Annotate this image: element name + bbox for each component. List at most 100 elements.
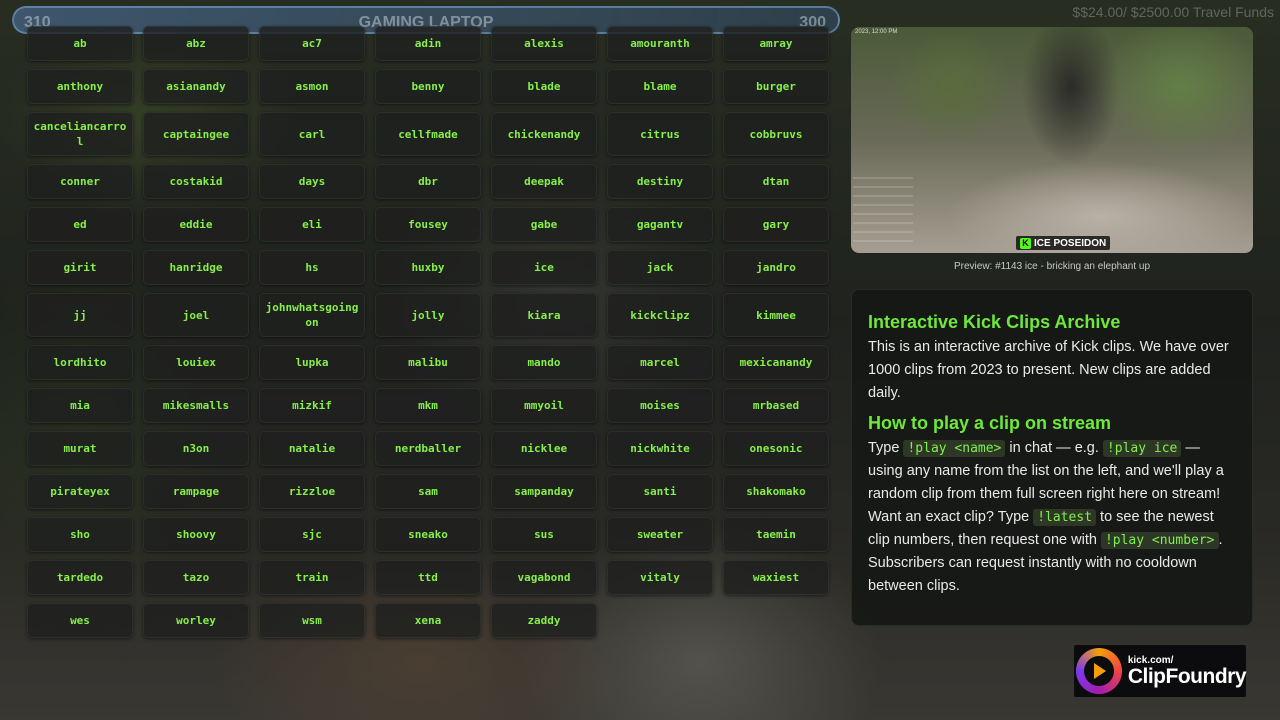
name-button-ice[interactable]: ice xyxy=(491,250,597,285)
name-button-shoovy[interactable]: shoovy xyxy=(143,517,249,552)
name-button-jolly[interactable]: jolly xyxy=(375,293,481,337)
name-button-costakid[interactable]: costakid xyxy=(143,164,249,199)
name-button-anthony[interactable]: anthony xyxy=(27,69,133,104)
name-button-benny[interactable]: benny xyxy=(375,69,481,104)
name-button-eddie[interactable]: eddie xyxy=(143,207,249,242)
name-button-mando[interactable]: mando xyxy=(491,345,597,380)
name-button-murat[interactable]: murat xyxy=(27,431,133,466)
name-button-eli[interactable]: eli xyxy=(259,207,365,242)
name-button-burger[interactable]: burger xyxy=(723,69,829,104)
name-button-carl[interactable]: carl xyxy=(259,112,365,156)
name-button-mia[interactable]: mia xyxy=(27,388,133,423)
name-button-girit[interactable]: girit xyxy=(27,250,133,285)
name-button-citrus[interactable]: citrus xyxy=(607,112,713,156)
name-button-dtan[interactable]: dtan xyxy=(723,164,829,199)
name-button-kiara[interactable]: kiara xyxy=(491,293,597,337)
name-button-fousey[interactable]: fousey xyxy=(375,207,481,242)
name-button-vitaly[interactable]: vitaly xyxy=(607,560,713,595)
name-button-abz[interactable]: abz xyxy=(143,26,249,61)
name-button-rizzloe[interactable]: rizzloe xyxy=(259,474,365,509)
name-button-mizkif[interactable]: mizkif xyxy=(259,388,365,423)
name-button-onesonic[interactable]: onesonic xyxy=(723,431,829,466)
name-button-asmon[interactable]: asmon xyxy=(259,69,365,104)
name-button-cellfmade[interactable]: cellfmade xyxy=(375,112,481,156)
name-button-dbr[interactable]: dbr xyxy=(375,164,481,199)
name-button-gagantv[interactable]: gagantv xyxy=(607,207,713,242)
name-button-malibu[interactable]: malibu xyxy=(375,345,481,380)
name-button-marcel[interactable]: marcel xyxy=(607,345,713,380)
name-button-sampanday[interactable]: sampanday xyxy=(491,474,597,509)
name-button-ttd[interactable]: ttd xyxy=(375,560,481,595)
name-button-moises[interactable]: moises xyxy=(607,388,713,423)
name-button-chickenandy[interactable]: chickenandy xyxy=(491,112,597,156)
name-button-amouranth[interactable]: amouranth xyxy=(607,26,713,61)
clipfoundry-logo: kick.com/ ClipFoundry xyxy=(1074,645,1247,697)
name-button-joel[interactable]: joel xyxy=(143,293,249,337)
name-button-jj[interactable]: jj xyxy=(27,293,133,337)
name-button-tardedo[interactable]: tardedo xyxy=(27,560,133,595)
name-button-rampage[interactable]: rampage xyxy=(143,474,249,509)
name-button-hanridge[interactable]: hanridge xyxy=(143,250,249,285)
name-button-gabe[interactable]: gabe xyxy=(491,207,597,242)
name-button-sam[interactable]: sam xyxy=(375,474,481,509)
name-button-mexicanandy[interactable]: mexicanandy xyxy=(723,345,829,380)
name-button-mkm[interactable]: mkm xyxy=(375,388,481,423)
name-button-waxiest[interactable]: waxiest xyxy=(723,560,829,595)
name-button-santi[interactable]: santi xyxy=(607,474,713,509)
name-button-deepak[interactable]: deepak xyxy=(491,164,597,199)
name-button-hs[interactable]: hs xyxy=(259,250,365,285)
name-button-sho[interactable]: sho xyxy=(27,517,133,552)
name-button-sweater[interactable]: sweater xyxy=(607,517,713,552)
name-button-xena[interactable]: xena xyxy=(375,603,481,638)
name-button-ab[interactable]: ab xyxy=(27,26,133,61)
name-button-johnwhatsgoingon[interactable]: johnwhatsgoingon xyxy=(259,293,365,337)
name-button-sneako[interactable]: sneako xyxy=(375,517,481,552)
name-button-nicklee[interactable]: nicklee xyxy=(491,431,597,466)
name-button-asianandy[interactable]: asianandy xyxy=(143,69,249,104)
name-button-lordhito[interactable]: lordhito xyxy=(27,345,133,380)
name-button-taemin[interactable]: taemin xyxy=(723,517,829,552)
name-button-conner[interactable]: conner xyxy=(27,164,133,199)
name-button-jack[interactable]: jack xyxy=(607,250,713,285)
name-button-n3on[interactable]: n3on xyxy=(143,431,249,466)
name-button-adin[interactable]: adin xyxy=(375,26,481,61)
name-button-gary[interactable]: gary xyxy=(723,207,829,242)
name-button-tazo[interactable]: tazo xyxy=(143,560,249,595)
name-button-amray[interactable]: amray xyxy=(723,26,829,61)
name-button-alexis[interactable]: alexis xyxy=(491,26,597,61)
name-button-blame[interactable]: blame xyxy=(607,69,713,104)
name-button-kimmee[interactable]: kimmee xyxy=(723,293,829,337)
name-button-blade[interactable]: blade xyxy=(491,69,597,104)
name-button-captaingee[interactable]: captaingee xyxy=(143,112,249,156)
name-button-natalie[interactable]: natalie xyxy=(259,431,365,466)
name-button-mrbased[interactable]: mrbased xyxy=(723,388,829,423)
name-button-sjc[interactable]: sjc xyxy=(259,517,365,552)
name-button-pirateyex[interactable]: pirateyex xyxy=(27,474,133,509)
name-button-train[interactable]: train xyxy=(259,560,365,595)
name-button-shakomako[interactable]: shakomako xyxy=(723,474,829,509)
name-button-ed[interactable]: ed xyxy=(27,207,133,242)
clip-preview[interactable]: 2023, 12:00 PM K ICE POSEIDON xyxy=(851,27,1253,253)
name-button-vagabond[interactable]: vagabond xyxy=(491,560,597,595)
name-button-louiex[interactable]: louiex xyxy=(143,345,249,380)
name-button-cobbruvs[interactable]: cobbruvs xyxy=(723,112,829,156)
name-button-nickwhite[interactable]: nickwhite xyxy=(607,431,713,466)
name-button-days[interactable]: days xyxy=(259,164,365,199)
name-button-huxby[interactable]: huxby xyxy=(375,250,481,285)
name-button-destiny[interactable]: destiny xyxy=(607,164,713,199)
name-button-jandro[interactable]: jandro xyxy=(723,250,829,285)
name-button-lupka[interactable]: lupka xyxy=(259,345,365,380)
name-button-canceliancarrol[interactable]: canceliancarrol xyxy=(27,112,133,156)
name-button-worley[interactable]: worley xyxy=(143,603,249,638)
name-button-mikesmalls[interactable]: mikesmalls xyxy=(143,388,249,423)
name-button-wes[interactable]: wes xyxy=(27,603,133,638)
name-button-nerdballer[interactable]: nerdballer xyxy=(375,431,481,466)
name-button-kickclipz[interactable]: kickclipz xyxy=(607,293,713,337)
name-button-zaddy[interactable]: zaddy xyxy=(491,603,597,638)
preview-chat-overlay xyxy=(853,177,913,247)
name-button-ac7[interactable]: ac7 xyxy=(259,26,365,61)
text-segment: in chat — e.g. xyxy=(1005,440,1103,456)
name-button-wsm[interactable]: wsm xyxy=(259,603,365,638)
name-button-mmyoil[interactable]: mmyoil xyxy=(491,388,597,423)
name-button-sus[interactable]: sus xyxy=(491,517,597,552)
